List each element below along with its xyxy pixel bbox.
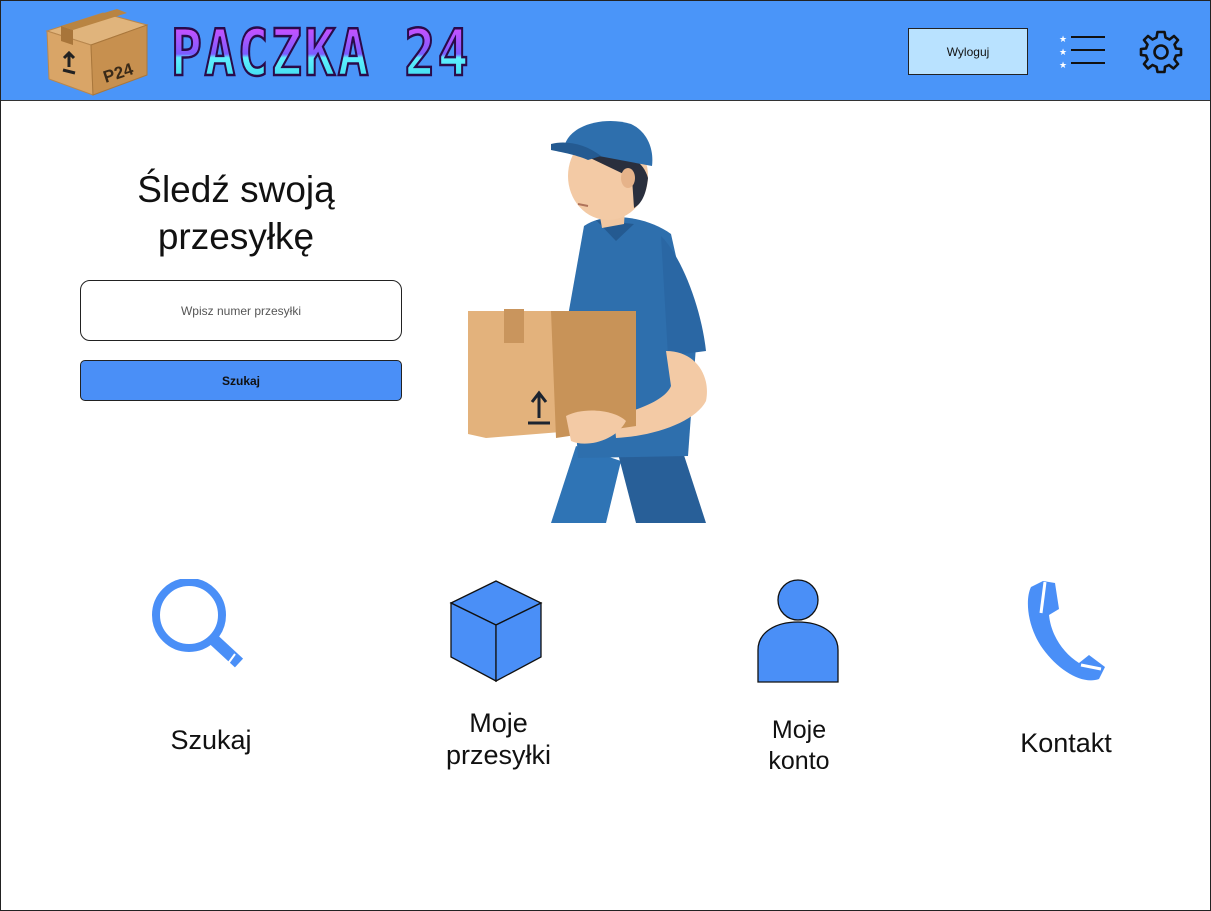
nav-search-label[interactable]: Szukaj	[141, 724, 281, 756]
logout-button[interactable]: Wyloguj	[908, 28, 1028, 75]
app-window: P24 PACZKA 24 Wyloguj ★ ★ ★ Śledź swoją …	[0, 0, 1211, 911]
phone-icon[interactable]	[1023, 579, 1107, 683]
nav-contact-label[interactable]: Kontakt	[996, 727, 1136, 759]
tracking-number-input[interactable]	[80, 280, 402, 341]
tracking-title: Śledź swoją przesyłkę	[81, 166, 391, 260]
menu-icon[interactable]: ★ ★ ★	[1057, 31, 1107, 71]
courier-illustration	[468, 121, 707, 523]
svg-text:★: ★	[1059, 48, 1067, 58]
tracking-search-button[interactable]: Szukaj	[80, 360, 402, 401]
parcel-box-logo[interactable]: P24	[43, 9, 151, 97]
brand-text: PACZKA 24	[171, 17, 471, 85]
tracking-title-line2: przesyłkę	[157, 216, 315, 257]
brand-logo: PACZKA 24	[170, 16, 471, 85]
top-header: P24 PACZKA 24 Wyloguj ★ ★ ★	[1, 1, 1210, 101]
gear-icon[interactable]	[1138, 29, 1184, 75]
magnifier-icon[interactable]	[149, 579, 259, 674]
svg-text:★: ★	[1059, 35, 1067, 45]
user-icon[interactable]	[756, 578, 840, 684]
cube-icon[interactable]	[448, 579, 544, 683]
nav-parcels-label[interactable]: Moje przesyłki	[416, 707, 581, 771]
svg-text:★: ★	[1059, 61, 1067, 71]
nav-account-label[interactable]: Moje konto	[729, 715, 869, 777]
tracking-title-line1: Śledź swoją	[137, 169, 335, 210]
